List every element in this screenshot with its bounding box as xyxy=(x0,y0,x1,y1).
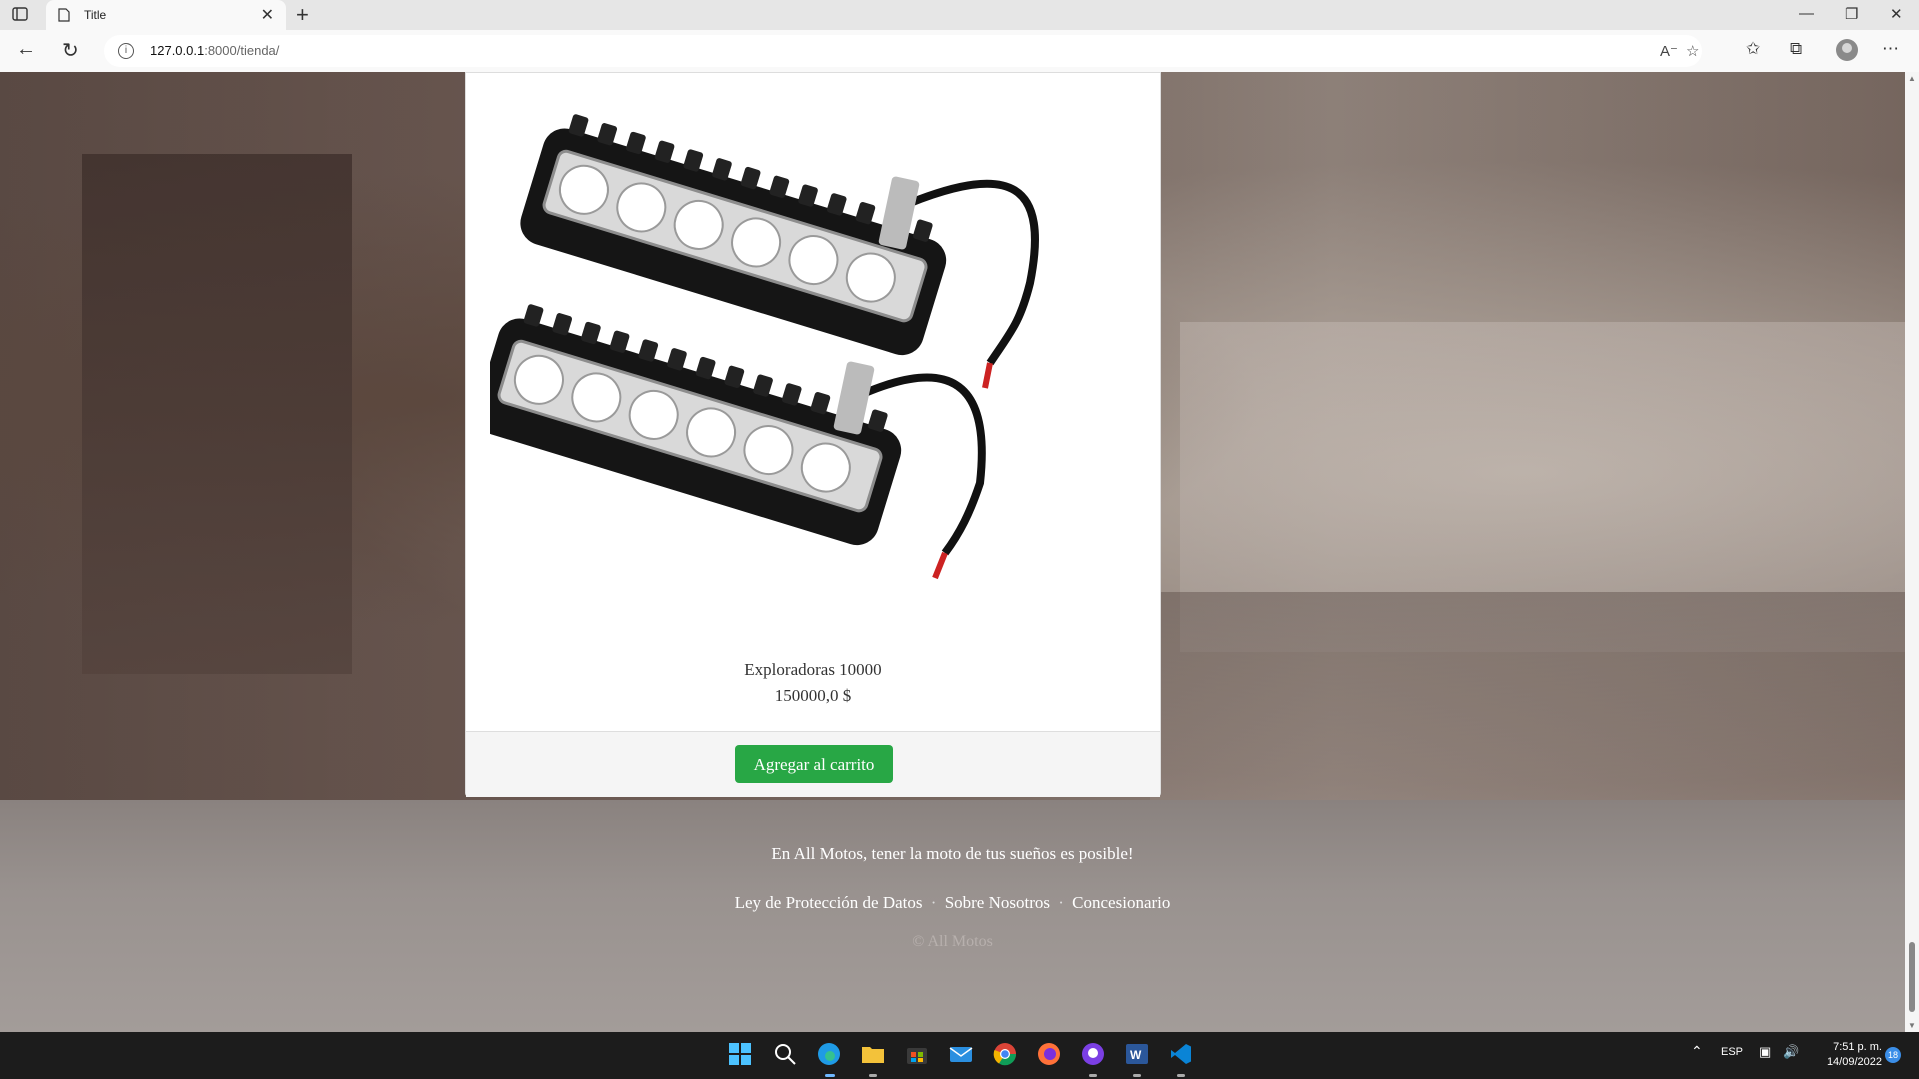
running-indicator xyxy=(869,1074,877,1077)
footer-link-privacy[interactable]: Ley de Protección de Datos xyxy=(735,893,923,912)
footer-link-about[interactable]: Sobre Nosotros xyxy=(945,893,1050,912)
edge-icon[interactable] xyxy=(816,1042,842,1068)
language-indicator[interactable]: ESP xyxy=(1721,1046,1743,1058)
link-separator: · xyxy=(1058,893,1064,912)
chevron-up-icon[interactable]: ⌃ xyxy=(1691,1043,1703,1060)
background-floor xyxy=(1150,592,1905,802)
back-icon[interactable]: ← xyxy=(16,38,36,61)
mail-icon[interactable] xyxy=(948,1042,974,1068)
site-footer: En All Motos, tener la moto de tus sueño… xyxy=(0,800,1905,1032)
product-name: Exploradoras 10000 xyxy=(744,660,882,679)
footer-link-dealer[interactable]: Concesionario xyxy=(1072,893,1170,912)
more-options-icon[interactable]: ⋯ xyxy=(1882,39,1899,59)
chrome-icon[interactable] xyxy=(992,1042,1018,1068)
favorites-icon[interactable]: ✩ xyxy=(1746,39,1760,59)
file-explorer-icon[interactable] xyxy=(860,1042,886,1068)
close-tab-icon[interactable]: ✕ xyxy=(261,5,274,25)
link-separator: · xyxy=(930,893,937,912)
tab-bar: Title ✕ + — ❐ ✕ xyxy=(0,0,1919,30)
info-icon[interactable]: i xyxy=(118,43,134,59)
scroll-up-icon[interactable]: ▲ xyxy=(1908,74,1916,83)
clock[interactable]: 7:51 p. m. 14/09/2022 xyxy=(1812,1040,1882,1070)
page-viewport: En All Motos, tener la moto de tus sueño… xyxy=(0,72,1905,1032)
add-favorite-icon[interactable]: ☆ xyxy=(1686,42,1699,60)
volume-icon[interactable]: 🔊 xyxy=(1783,1044,1799,1060)
collections-icon[interactable]: ⧉ xyxy=(1790,39,1802,59)
clock-time: 7:51 p. m. xyxy=(1833,1041,1882,1053)
restore-icon[interactable]: ❐ xyxy=(1845,5,1858,23)
address-bar-row: ← ↻ i 127.0.0.1:8000/tienda/ A⁻ ☆ ✩ ⧉ ⋯ xyxy=(0,30,1919,73)
close-window-icon[interactable]: ✕ xyxy=(1890,5,1903,23)
active-indicator xyxy=(825,1074,835,1077)
vscode-icon[interactable] xyxy=(1168,1042,1194,1068)
url-text[interactable]: 127.0.0.1:8000/tienda/ xyxy=(150,43,279,58)
tab-actions-icon[interactable] xyxy=(10,6,36,26)
background-wall xyxy=(82,154,352,674)
network-icon[interactable]: ▣ xyxy=(1759,1044,1771,1060)
refresh-icon[interactable]: ↻ xyxy=(62,38,79,63)
footer-links: Ley de Protección de Datos · Sobre Nosot… xyxy=(0,893,1905,913)
notification-badge[interactable]: 18 xyxy=(1885,1047,1901,1063)
page-scrollbar[interactable]: ▲ ▼ xyxy=(1905,72,1919,1032)
address-field[interactable]: i 127.0.0.1:8000/tienda/ A⁻ ☆ xyxy=(104,35,1702,67)
running-indicator xyxy=(1089,1074,1097,1077)
scroll-down-icon[interactable]: ▼ xyxy=(1908,1021,1916,1030)
browser-tab[interactable]: Title ✕ xyxy=(46,0,286,30)
github-icon[interactable] xyxy=(1080,1042,1106,1068)
clock-date: 14/09/2022 xyxy=(1826,1056,1882,1068)
word-icon[interactable]: W xyxy=(1124,1042,1150,1068)
product-price: 150000,0 $ xyxy=(774,686,852,705)
new-tab-button[interactable]: + xyxy=(296,2,309,28)
read-aloud-icon[interactable]: A⁻ xyxy=(1660,42,1678,60)
running-indicator xyxy=(1133,1074,1141,1077)
product-image[interactable] xyxy=(475,93,1130,653)
profile-avatar[interactable] xyxy=(1836,39,1858,61)
scrollbar-thumb[interactable] xyxy=(1909,942,1915,1012)
running-indicator xyxy=(1177,1074,1185,1077)
footer-tagline: En All Motos, tener la moto de tus sueño… xyxy=(771,844,1134,863)
add-to-cart-button[interactable]: Agregar al carrito xyxy=(735,745,893,783)
svg-text:W: W xyxy=(1130,1048,1142,1062)
card-footer: Agregar al carrito xyxy=(466,731,1160,797)
page-icon xyxy=(58,8,70,27)
product-card: Exploradoras 10000 150000,0 $ Agregar al… xyxy=(465,72,1161,797)
start-icon[interactable] xyxy=(727,1042,753,1068)
windows-taskbar: W ⌃ ESP ▣ 🔊 7:51 p. m. 14/09/2022 18 xyxy=(0,1032,1919,1079)
footer-copyright: © All Motos xyxy=(912,933,993,950)
tab-title: Title xyxy=(84,8,107,22)
firefox-icon[interactable] xyxy=(1036,1042,1062,1068)
search-icon[interactable] xyxy=(772,1042,798,1068)
store-icon[interactable] xyxy=(904,1042,930,1068)
minimize-icon[interactable]: — xyxy=(1799,5,1814,22)
